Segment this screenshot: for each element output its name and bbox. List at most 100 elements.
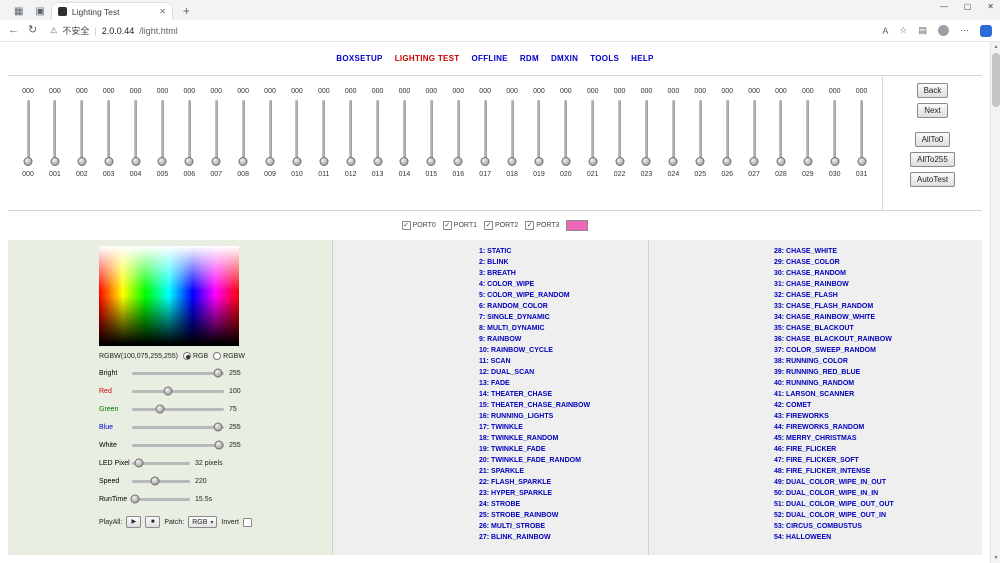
channel-slider-thumb[interactable] [319,157,328,166]
speed-slider[interactable] [132,480,190,483]
settings-ellipsis-icon[interactable]: ⋯ [960,25,969,36]
scroll-up-icon[interactable]: ▲ [991,44,1000,50]
channel-slider-thumb[interactable] [803,157,812,166]
refresh-icon[interactable]: ↻ [28,25,37,36]
nav-link-boxsetup[interactable]: BOXSETUP [336,54,382,63]
rgbw-radio[interactable] [213,352,221,360]
channel-slider-thumb[interactable] [561,157,570,166]
sidebar-toggle-icon[interactable] [980,25,992,37]
channel-slider[interactable] [753,100,756,162]
effect-item[interactable]: 7: SINGLE_DYNAMIC [479,312,648,323]
effect-item[interactable]: 53: CIRCUS_COMBUSTUS [774,521,982,532]
collections-icon[interactable]: ▤ [918,25,927,36]
channel-slider-thumb[interactable] [292,157,301,166]
channel-slider-thumb[interactable] [185,157,194,166]
channel-slider[interactable] [322,100,325,162]
channel-slider[interactable] [403,100,406,162]
channel-slider-thumb[interactable] [373,157,382,166]
effect-item[interactable]: 45: MERRY_CHRISTMAS [774,433,982,444]
maximize-button[interactable]: ▢ [964,2,972,11]
channel-slider[interactable] [591,100,594,162]
channel-slider[interactable] [726,100,729,162]
nav-link-help[interactable]: HELP [631,54,654,63]
scroll-down-icon[interactable]: ▼ [991,555,1000,561]
effect-item[interactable]: 14: THEATER_CHASE [479,389,648,400]
effect-item[interactable]: 18: TWINKLE_RANDOM [479,433,648,444]
effect-item[interactable]: 42: COMET [774,400,982,411]
next-button[interactable]: Next [917,103,947,118]
channel-slider[interactable] [564,100,567,162]
new-tab-button[interactable]: + [183,4,190,18]
favorite-star-icon[interactable]: ☆ [899,25,907,36]
channel-slider[interactable] [242,100,245,162]
effect-item[interactable]: 9: RAINBOW [479,334,648,345]
channel-slider-thumb[interactable] [642,157,651,166]
channel-slider[interactable] [215,100,218,162]
channel-slider[interactable] [779,100,782,162]
channel-slider-thumb[interactable] [400,157,409,166]
effect-item[interactable]: 24: STROBE [479,499,648,510]
effect-item[interactable]: 40: RUNNING_RANDOM [774,378,982,389]
slider-thumb[interactable] [163,387,172,396]
stop-button[interactable]: ■ [145,516,160,528]
channel-slider[interactable] [457,100,460,162]
channel-slider[interactable] [645,100,648,162]
channel-slider[interactable] [269,100,272,162]
channel-slider-thumb[interactable] [857,157,866,166]
color-picker-canvas[interactable] [99,246,239,346]
channel-slider-thumb[interactable] [346,157,355,166]
back-icon[interactable]: ← [8,25,19,36]
channel-slider-thumb[interactable] [239,157,248,166]
port3-checkbox[interactable]: ✓ [525,221,534,230]
effect-item[interactable]: 3: BREATH [479,268,648,279]
nav-link-tools[interactable]: TOOLS [590,54,619,63]
effect-item[interactable]: 15: THEATER_CHASE_RAINBOW [479,400,648,411]
effect-item[interactable]: 41: LARSON_SCANNER [774,389,982,400]
slider-thumb[interactable] [151,477,160,486]
green-slider[interactable] [132,408,224,411]
channel-slider-thumb[interactable] [104,157,113,166]
effect-item[interactable]: 46: FIRE_FLICKER [774,444,982,455]
nav-link-dmxin[interactable]: DMXIN [551,54,578,63]
scrollbar-thumb[interactable] [992,53,1000,107]
effect-item[interactable]: 23: HYPER_SPARKLE [479,488,648,499]
effect-item[interactable]: 5: COLOR_WIPE_RANDOM [479,290,648,301]
channel-slider-thumb[interactable] [158,157,167,166]
channel-slider-thumb[interactable] [50,157,59,166]
url-field[interactable]: ⚠ 不安全 | 2.0.0.44/light.html [46,24,873,37]
effect-item[interactable]: 31: CHASE_RAINBOW [774,279,982,290]
channel-slider-thumb[interactable] [481,157,490,166]
channel-slider[interactable] [53,100,56,162]
effect-item[interactable]: 38: RUNNING_COLOR [774,356,982,367]
white-slider[interactable] [132,444,224,447]
channel-slider-thumb[interactable] [696,157,705,166]
effect-item[interactable]: 49: DUAL_COLOR_WIPE_IN_OUT [774,477,982,488]
effect-item[interactable]: 54: HALLOWEEN [774,532,982,543]
channel-slider-thumb[interactable] [24,157,33,166]
channel-slider-thumb[interactable] [131,157,140,166]
channel-slider-thumb[interactable] [508,157,517,166]
channel-slider[interactable] [107,100,110,162]
channel-slider[interactable] [537,100,540,162]
workspaces-icon[interactable]: ▦ [14,6,23,17]
effect-item[interactable]: 37: COLOR_SWEEP_RANDOM [774,345,982,356]
channel-slider-thumb[interactable] [750,157,759,166]
blue-slider[interactable] [132,426,224,429]
slider-thumb[interactable] [215,441,224,450]
effect-item[interactable]: 39: RUNNING_RED_BLUE [774,367,982,378]
effect-item[interactable]: 51: DUAL_COLOR_WIPE_OUT_OUT [774,499,982,510]
port0-checkbox[interactable]: ✓ [402,221,411,230]
channel-slider[interactable] [618,100,621,162]
translate-icon[interactable]: A [882,26,888,36]
slider-thumb[interactable] [155,405,164,414]
channel-slider[interactable] [376,100,379,162]
slider-thumb[interactable] [213,369,222,378]
effect-item[interactable]: 34: CHASE_RAINBOW_WHITE [774,312,982,323]
channel-slider-thumb[interactable] [615,157,624,166]
effect-item[interactable]: 10: RAINBOW_CYCLE [479,345,648,356]
allto0-button[interactable]: AllTo0 [915,132,951,147]
channel-slider[interactable] [80,100,83,162]
effect-item[interactable]: 21: SPARKLE [479,466,648,477]
effect-item[interactable]: 48: FIRE_FLICKER_INTENSE [774,466,982,477]
channel-slider[interactable] [349,100,352,162]
